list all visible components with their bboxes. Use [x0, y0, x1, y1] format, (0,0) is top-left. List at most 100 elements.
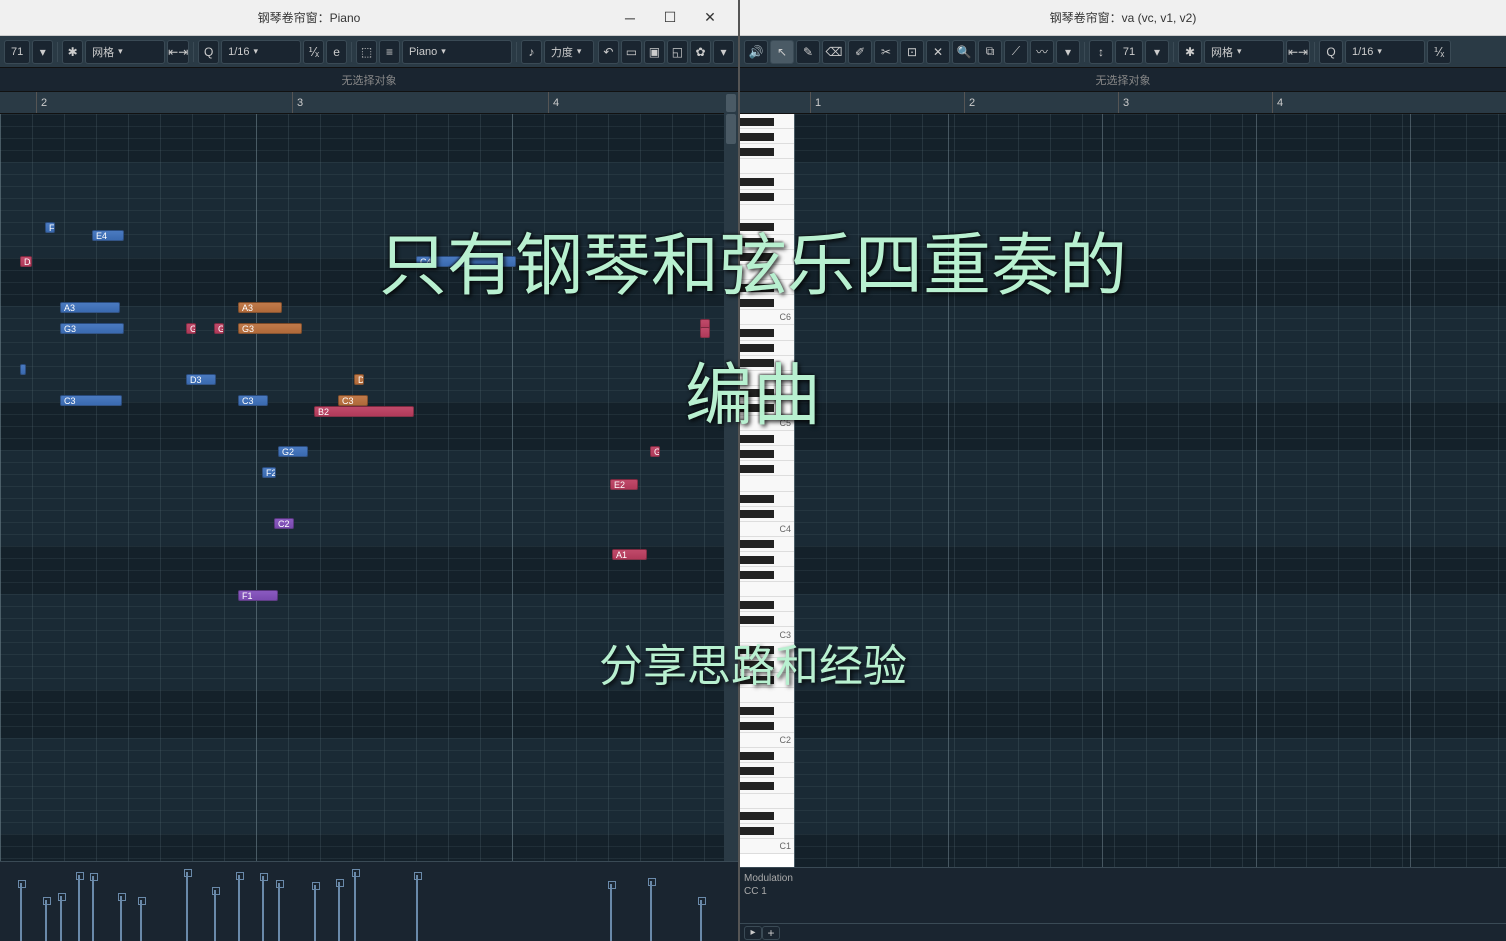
quantize-icon[interactable]: Q	[198, 40, 219, 64]
piano-key-black[interactable]	[740, 148, 774, 156]
piano-key-black[interactable]	[740, 767, 774, 775]
piano-key-black[interactable]	[740, 450, 774, 458]
add-lane-icon[interactable]: +	[762, 926, 780, 940]
quantize-icon[interactable]: Q	[1319, 40, 1343, 64]
grid-type-icon[interactable]: ✱	[62, 40, 83, 64]
midi-note[interactable]: B2	[314, 406, 414, 417]
velocity-bar[interactable]	[238, 875, 240, 941]
layout-icon-2[interactable]: ≡	[379, 40, 400, 64]
piano-key-black[interactable]	[740, 782, 774, 790]
velocity-bar[interactable]	[416, 875, 418, 941]
arrow-tool-icon[interactable]: ↖	[770, 40, 794, 64]
velocity-bar[interactable]	[610, 884, 612, 941]
piano-key-black[interactable]	[740, 812, 774, 820]
comp-tool-icon[interactable]: ⧉	[978, 40, 1002, 64]
draw-tool-icon[interactable]: ✎	[796, 40, 820, 64]
layout-icon-1[interactable]: ⬚	[356, 40, 377, 64]
dropdown-icon[interactable]: ▾	[1056, 40, 1080, 64]
midi-note[interactable]: G3	[238, 323, 302, 334]
velocity-bar[interactable]	[45, 900, 47, 941]
piano-key-black[interactable]	[740, 329, 774, 337]
cut-tool-icon[interactable]: ✂	[874, 40, 898, 64]
modulation-lane-right[interactable]: Modulation CC 1	[740, 867, 1506, 923]
close-button[interactable]: ✕	[690, 3, 730, 33]
velocity-bar[interactable]	[214, 890, 216, 941]
fraction-icon[interactable]: ⅟ₓ	[1427, 40, 1451, 64]
midi-note[interactable]: G3	[214, 323, 224, 334]
more-icon[interactable]: ▾	[713, 40, 734, 64]
erase-tool-icon[interactable]: ⌫	[822, 40, 846, 64]
quantize-dropdown-right[interactable]: 1/16	[1345, 40, 1425, 64]
midi-note[interactable]: C3	[238, 395, 268, 406]
velocity-icon[interactable]: ♪	[521, 40, 542, 64]
piano-key-black[interactable]	[740, 827, 774, 835]
piano-key-black[interactable]	[740, 193, 774, 201]
piano-key-white[interactable]	[740, 582, 794, 597]
piano-key-black[interactable]	[740, 571, 774, 579]
midi-note[interactable]: A3	[238, 302, 282, 313]
piano-key-black[interactable]	[740, 707, 774, 715]
piano-key-black[interactable]	[740, 495, 774, 503]
grid-dropdown[interactable]: 网格	[85, 40, 165, 64]
maximize-button[interactable]: ☐	[650, 3, 690, 33]
velocity-bar[interactable]	[278, 883, 280, 941]
midi-note[interactable]: C3	[338, 395, 368, 406]
mute-tool-icon[interactable]: ✕	[926, 40, 950, 64]
piano-key-black[interactable]	[740, 178, 774, 186]
glue-tool-icon[interactable]: ⊡	[900, 40, 924, 64]
ruler-zoom-handle[interactable]	[726, 94, 736, 112]
piano-key-white[interactable]: C6	[740, 310, 794, 325]
e-icon[interactable]: e	[326, 40, 347, 64]
piano-key-white[interactable]	[740, 159, 794, 174]
velocity-bar[interactable]	[78, 875, 80, 941]
velocity-bar[interactable]	[60, 896, 62, 941]
velocity-bar[interactable]	[140, 900, 142, 941]
midi-note[interactable]: E2	[610, 479, 638, 490]
piano-key-white[interactable]	[740, 794, 794, 809]
brush-tool-icon[interactable]: ✐	[848, 40, 872, 64]
snap-icon[interactable]: ⇤⇥	[167, 40, 189, 64]
line-tool-icon[interactable]: ⟋	[1004, 40, 1028, 64]
midi-note[interactable]: C2	[274, 518, 294, 529]
velocity-bar[interactable]	[186, 872, 188, 941]
midi-note[interactable]: G2	[650, 446, 660, 457]
piano-key-black[interactable]	[740, 118, 774, 126]
piano-key-white[interactable]: C4	[740, 522, 794, 537]
piano-key-black[interactable]	[740, 616, 774, 624]
piano-key-white[interactable]: C1	[740, 839, 794, 854]
piano-key-black[interactable]	[740, 601, 774, 609]
midi-note[interactable]: F4	[45, 222, 55, 233]
midi-note[interactable]: F1	[238, 590, 278, 601]
midi-note[interactable]	[700, 327, 710, 338]
velocity-bar[interactable]	[120, 896, 122, 941]
piano-key-black[interactable]	[740, 540, 774, 548]
grid-dropdown-right[interactable]: 网格	[1204, 40, 1284, 64]
midi-note[interactable]: D4	[20, 256, 32, 267]
fraction-icon[interactable]: ⅟ₓ	[303, 40, 324, 64]
midi-note[interactable]: A3	[60, 302, 120, 313]
midi-note[interactable]: G3	[60, 323, 124, 334]
piano-key-black[interactable]	[740, 722, 774, 730]
midi-note[interactable]: C3	[60, 395, 122, 406]
midi-note[interactable]: F2	[262, 467, 276, 478]
midi-note[interactable]: D3	[186, 374, 216, 385]
dropdown-icon[interactable]: ▾	[1145, 40, 1169, 64]
midi-note[interactable]	[20, 364, 26, 375]
velocity-bar[interactable]	[338, 882, 340, 941]
value-field[interactable]: 71	[4, 40, 30, 64]
quantize-dropdown[interactable]: 1/16	[221, 40, 301, 64]
piano-key-black[interactable]	[740, 556, 774, 564]
velocity-bar[interactable]	[354, 872, 356, 941]
minimize-button[interactable]: ─	[610, 3, 650, 33]
warp-tool-icon[interactable]: 〰	[1030, 40, 1054, 64]
midi-note[interactable]: A1	[612, 549, 647, 560]
piano-key-black[interactable]	[740, 133, 774, 141]
track-dropdown[interactable]: Piano	[402, 40, 512, 64]
value-field-right[interactable]: 71	[1115, 40, 1143, 64]
window-icon-3[interactable]: ◱	[667, 40, 688, 64]
ruler-left[interactable]: 2 3 4	[0, 92, 738, 114]
window-icon-2[interactable]: ▣	[644, 40, 665, 64]
piano-key-black[interactable]	[740, 465, 774, 473]
nudge-icon[interactable]: ↕	[1089, 40, 1113, 64]
grid-type-icon[interactable]: ✱	[1178, 40, 1202, 64]
